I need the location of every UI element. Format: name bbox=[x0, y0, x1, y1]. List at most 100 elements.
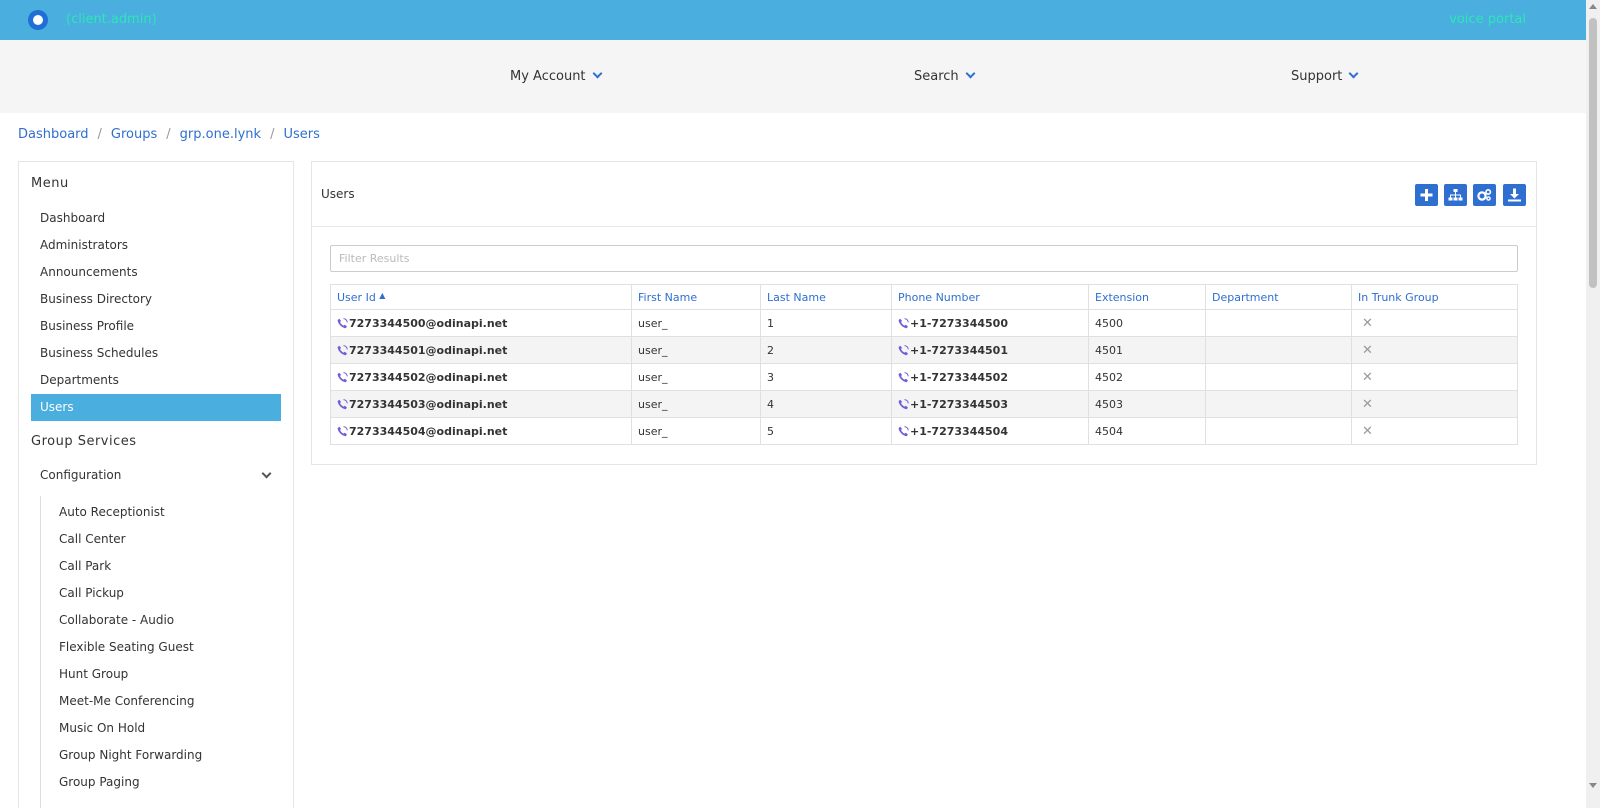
sidebar-subitem-meet-me-conferencing[interactable]: Meet-Me Conferencing bbox=[59, 694, 194, 708]
last-name-cell: 2 bbox=[760, 336, 892, 364]
close-icon: ✕ bbox=[1362, 315, 1373, 331]
nav-my-account[interactable]: My Account bbox=[510, 68, 602, 84]
column-header-department[interactable]: Department bbox=[1205, 284, 1352, 310]
in-trunk-group-cell: ✕ bbox=[1351, 309, 1518, 337]
first-name-cell: user_ bbox=[631, 363, 761, 391]
portal-label: voice portal bbox=[1449, 12, 1526, 27]
scroll-up-icon[interactable] bbox=[1589, 4, 1597, 9]
phone-icon bbox=[337, 371, 348, 382]
table-header-row: User Id ▲ First Name Last Name Phone Num… bbox=[330, 284, 1518, 310]
column-header-phone-number[interactable]: Phone Number bbox=[891, 284, 1089, 310]
chevron-down-icon bbox=[592, 68, 602, 79]
download-button[interactable] bbox=[1503, 184, 1526, 206]
table-row[interactable]: 7273344500@odinapi.net user_ 1 +1-727334450… bbox=[330, 309, 1518, 337]
submenu-guide-line bbox=[40, 496, 41, 808]
menu-heading: Menu bbox=[31, 176, 69, 191]
sidebar-item-administrators[interactable]: Administrators bbox=[31, 232, 281, 259]
sidebar-item-departments[interactable]: Departments bbox=[31, 367, 281, 394]
user-id-cell[interactable]: 7273344502@odinapi.net bbox=[330, 363, 632, 391]
user-id-cell[interactable]: 7273344503@odinapi.net bbox=[330, 390, 632, 418]
sort-ascending-icon: ▲ bbox=[379, 290, 386, 300]
breadcrumb-users[interactable]: Users bbox=[283, 127, 319, 142]
add-user-button[interactable] bbox=[1415, 184, 1438, 206]
users-table-body: 7273344500@odinapi.net user_ 1 +1-727334450… bbox=[330, 309, 1518, 445]
phone-number-cell: +1-7273344500 bbox=[891, 309, 1089, 337]
sidebar-subitem-hunt-group[interactable]: Hunt Group bbox=[59, 667, 128, 681]
column-header-last-name[interactable]: Last Name bbox=[760, 284, 892, 310]
sidebar-subitem-collaborate-audio[interactable]: Collaborate - Audio bbox=[59, 613, 174, 627]
add-icon bbox=[1420, 189, 1433, 201]
breadcrumb-dashboard[interactable]: Dashboard bbox=[18, 127, 89, 142]
logo-icon[interactable] bbox=[28, 10, 48, 30]
nav-search[interactable]: Search bbox=[914, 68, 976, 84]
user-id-cell[interactable]: 7273344504@odinapi.net bbox=[330, 417, 632, 445]
sitemap-icon bbox=[1448, 189, 1463, 201]
extension-cell: 4501 bbox=[1088, 336, 1206, 364]
column-header-extension[interactable]: Extension bbox=[1088, 284, 1206, 310]
bulk-add-button[interactable] bbox=[1444, 184, 1467, 206]
table-row[interactable]: 7273344503@odinapi.net user_ 4 +1-727334450… bbox=[330, 390, 1518, 418]
filter-input[interactable] bbox=[330, 245, 1518, 272]
scrollbar-thumb[interactable] bbox=[1589, 18, 1597, 288]
chevron-down-icon bbox=[965, 68, 976, 79]
top-bar: (client.admin) voice portal bbox=[0, 0, 1586, 40]
user-id-cell[interactable]: 7273344501@odinapi.net bbox=[330, 336, 632, 364]
sidebar-item-business-profile[interactable]: Business Profile bbox=[31, 313, 281, 340]
download-icon bbox=[1508, 188, 1521, 202]
tenant-label: (client.admin) bbox=[66, 12, 157, 27]
breadcrumb-group[interactable]: grp.one.lynk bbox=[180, 127, 261, 142]
user-id-cell[interactable]: 7273344500@odinapi.net bbox=[330, 309, 632, 337]
nav-support[interactable]: Support bbox=[1291, 68, 1359, 84]
table-row[interactable]: 7273344502@odinapi.net user_ 3 +1-727334450… bbox=[330, 363, 1518, 391]
column-header-user-id[interactable]: User Id ▲ bbox=[330, 284, 632, 310]
nav-my-account-label: My Account bbox=[510, 69, 586, 84]
sidebar-subitem-flexible-seating-guest[interactable]: Flexible Seating Guest bbox=[59, 640, 194, 654]
sidebar-subitem-group-paging[interactable]: Group Paging bbox=[59, 775, 140, 789]
close-icon: ✕ bbox=[1362, 423, 1373, 439]
extension-cell: 4504 bbox=[1088, 417, 1206, 445]
chevron-down-icon bbox=[261, 468, 272, 479]
last-name-cell: 1 bbox=[760, 309, 892, 337]
chevron-down-icon bbox=[1348, 68, 1359, 79]
sidebar-item-dashboard[interactable]: Dashboard bbox=[31, 205, 281, 232]
phone-icon bbox=[898, 344, 909, 355]
department-cell bbox=[1205, 336, 1352, 364]
sidebar-subitem-call-pickup[interactable]: Call Pickup bbox=[59, 586, 124, 600]
sidebar-subitem-group-night-forwarding[interactable]: Group Night Forwarding bbox=[59, 748, 202, 762]
department-cell bbox=[1205, 309, 1352, 337]
sidebar-subitem-music-on-hold[interactable]: Music On Hold bbox=[59, 721, 145, 735]
in-trunk-group-cell: ✕ bbox=[1351, 417, 1518, 445]
column-header-in-trunk-group[interactable]: In Trunk Group bbox=[1351, 284, 1518, 310]
first-name-cell: user_ bbox=[631, 336, 761, 364]
configuration-label: Configuration bbox=[40, 468, 122, 482]
sidebar: Menu Dashboard Administrators Announceme… bbox=[18, 161, 294, 808]
cogs-icon bbox=[1477, 188, 1492, 201]
phone-icon bbox=[337, 425, 348, 436]
panel-title: Users bbox=[321, 187, 355, 201]
sidebar-item-users[interactable]: Users bbox=[31, 394, 281, 421]
table-row[interactable]: 7273344504@odinapi.net user_ 5 +1-727334450… bbox=[330, 417, 1518, 445]
settings-button[interactable] bbox=[1473, 184, 1496, 206]
in-trunk-group-cell: ✕ bbox=[1351, 336, 1518, 364]
sidebar-subitem-call-park[interactable]: Call Park bbox=[59, 559, 111, 573]
users-table: User Id ▲ First Name Last Name Phone Num… bbox=[330, 284, 1518, 445]
sidebar-item-business-directory[interactable]: Business Directory bbox=[31, 286, 281, 313]
sidebar-subitem-auto-receptionist[interactable]: Auto Receptionist bbox=[59, 505, 165, 519]
page-scrollbar[interactable] bbox=[1586, 0, 1600, 808]
sidebar-item-announcements[interactable]: Announcements bbox=[31, 259, 281, 286]
first-name-cell: user_ bbox=[631, 309, 761, 337]
group-services-heading: Group Services bbox=[31, 434, 137, 449]
extension-cell: 4502 bbox=[1088, 363, 1206, 391]
table-row[interactable]: 7273344501@odinapi.net user_ 2 +1-727334450… bbox=[330, 336, 1518, 364]
sidebar-subitem-call-center[interactable]: Call Center bbox=[59, 532, 126, 546]
configuration-toggle[interactable]: Configuration bbox=[40, 468, 272, 482]
phone-number-cell: +1-7273344503 bbox=[891, 390, 1089, 418]
scroll-down-icon[interactable] bbox=[1589, 783, 1597, 788]
sidebar-item-business-schedules[interactable]: Business Schedules bbox=[31, 340, 281, 367]
panel-divider bbox=[312, 226, 1536, 227]
breadcrumb-groups[interactable]: Groups bbox=[111, 127, 157, 142]
column-header-first-name[interactable]: First Name bbox=[631, 284, 761, 310]
phone-icon bbox=[898, 317, 909, 328]
first-name-cell: user_ bbox=[631, 390, 761, 418]
last-name-cell: 5 bbox=[760, 417, 892, 445]
